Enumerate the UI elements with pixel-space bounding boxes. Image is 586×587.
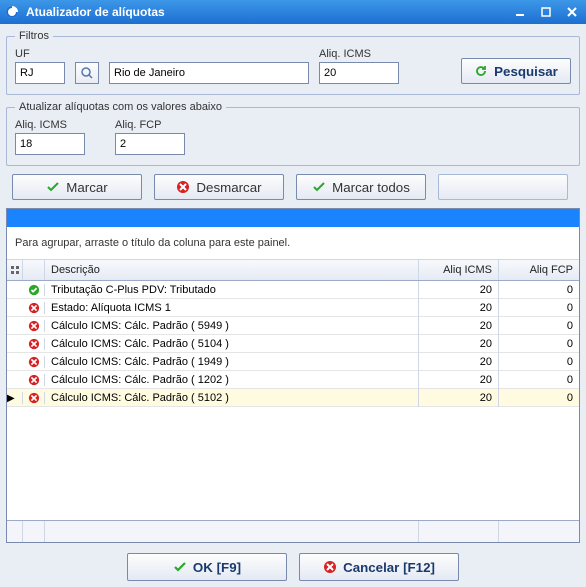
cell-descricao: Cálculo ICMS: Cálc. Padrão ( 5949 ) xyxy=(45,317,419,335)
cell-aliq-fcp: 0 xyxy=(499,353,579,371)
status-error-icon xyxy=(23,392,45,404)
update-group: Atualizar alíquotas com os valores abaix… xyxy=(6,101,580,166)
status-error-icon xyxy=(23,338,45,350)
filter-aliq-icms-input[interactable] xyxy=(319,62,399,84)
update-aliq-icms-label: Aliq. ICMS xyxy=(15,119,85,131)
marcar-todos-label: Marcar todos xyxy=(332,180,410,195)
grid-group-panel[interactable]: Para agrupar, arraste o título da coluna… xyxy=(7,227,579,260)
cross-circle-icon xyxy=(176,180,190,194)
uf-name-spacer xyxy=(109,48,309,60)
cell-descricao: Cálculo ICMS: Cálc. Padrão ( 1202 ) xyxy=(45,371,419,389)
cancel-button-label: Cancelar [F12] xyxy=(343,560,435,575)
grid-title-bar xyxy=(7,209,579,227)
status-ok-icon xyxy=(23,284,45,296)
cell-aliq-icms: 20 xyxy=(419,353,499,371)
aliq-fcp-column-header[interactable]: Aliq FCP xyxy=(499,260,579,280)
cross-circle-icon xyxy=(323,560,337,574)
search-icon xyxy=(80,66,94,80)
refresh-icon xyxy=(474,64,488,78)
title-bar: Atualizador de alíquotas xyxy=(0,0,586,24)
placeholder-button[interactable] xyxy=(438,174,568,200)
minimize-button[interactable] xyxy=(510,4,530,20)
window-title: Atualizador de alíquotas xyxy=(26,5,510,19)
cell-aliq-icms: 20 xyxy=(419,335,499,353)
status-error-icon xyxy=(23,374,45,386)
status-error-icon xyxy=(23,320,45,332)
row-indicator: ▶ xyxy=(7,392,23,404)
close-button[interactable] xyxy=(562,4,582,20)
grid-toolbar: Marcar Desmarcar Marcar todos xyxy=(6,172,580,202)
cell-descricao: Tributação C-Plus PDV: Tributado xyxy=(45,281,419,299)
update-aliq-fcp-label: Aliq. FCP xyxy=(115,119,185,131)
table-row[interactable]: Cálculo ICMS: Cálc. Padrão ( 1202 )200 xyxy=(7,371,579,389)
cell-descricao: Estado: Alíquota ICMS 1 xyxy=(45,299,419,317)
cell-aliq-fcp: 0 xyxy=(499,371,579,389)
table-row[interactable]: Cálculo ICMS: Cálc. Padrão ( 5949 )200 xyxy=(7,317,579,335)
client-area: Filtros UF Aliq. ICMS xyxy=(0,24,586,587)
filters-legend: Filtros xyxy=(15,30,53,42)
table-row[interactable]: Tributação C-Plus PDV: Tributado200 xyxy=(7,281,579,299)
aliq-icms-column-header[interactable]: Aliq ICMS xyxy=(419,260,499,280)
indicator-column-header[interactable] xyxy=(7,260,23,280)
cell-aliq-fcp: 0 xyxy=(499,317,579,335)
ok-button-label: OK [F9] xyxy=(193,560,241,575)
search-button[interactable]: Pesquisar xyxy=(461,58,571,84)
cell-aliq-fcp: 0 xyxy=(499,299,579,317)
table-row[interactable]: Cálculo ICMS: Cálc. Padrão ( 5104 )200 xyxy=(7,335,579,353)
ok-button[interactable]: OK [F9] xyxy=(127,553,287,581)
table-row[interactable]: ▶ Cálculo ICMS: Cálc. Padrão ( 5102 )200 xyxy=(7,389,579,407)
update-legend: Atualizar alíquotas com os valores abaix… xyxy=(15,101,226,113)
grid-body[interactable]: Tributação C-Plus PDV: Tributado200Estad… xyxy=(7,281,579,520)
cell-descricao: Cálculo ICMS: Cálc. Padrão ( 5102 ) xyxy=(45,389,419,407)
check-icon xyxy=(173,560,187,574)
uf-code-input[interactable] xyxy=(15,62,65,84)
status-error-icon xyxy=(23,356,45,368)
desmarcar-label: Desmarcar xyxy=(196,180,261,195)
cell-aliq-icms: 20 xyxy=(419,299,499,317)
marcar-label: Marcar xyxy=(66,180,107,195)
cell-descricao: Cálculo ICMS: Cálc. Padrão ( 1949 ) xyxy=(45,353,419,371)
uf-name-input[interactable] xyxy=(109,62,309,84)
uf-lookup-button[interactable] xyxy=(75,62,99,84)
cell-aliq-icms: 20 xyxy=(419,371,499,389)
marcar-todos-button[interactable]: Marcar todos xyxy=(296,174,426,200)
marcar-button[interactable]: Marcar xyxy=(12,174,142,200)
cell-descricao: Cálculo ICMS: Cálc. Padrão ( 5104 ) xyxy=(45,335,419,353)
desmarcar-button[interactable]: Desmarcar xyxy=(154,174,284,200)
status-error-icon xyxy=(23,302,45,314)
grid-header: Descrição Aliq ICMS Aliq FCP xyxy=(7,260,579,281)
cell-aliq-icms: 20 xyxy=(419,281,499,299)
search-button-label: Pesquisar xyxy=(494,64,558,79)
table-row[interactable]: Estado: Alíquota ICMS 1200 xyxy=(7,299,579,317)
cell-aliq-icms: 20 xyxy=(419,317,499,335)
check-icon xyxy=(312,180,326,194)
cell-aliq-fcp: 0 xyxy=(499,389,579,407)
descricao-column-header[interactable]: Descrição xyxy=(45,260,419,280)
uf-label: UF xyxy=(15,48,65,60)
cell-aliq-fcp: 0 xyxy=(499,335,579,353)
filters-group: Filtros UF Aliq. ICMS xyxy=(6,30,580,95)
check-icon xyxy=(46,180,60,194)
cell-aliq-fcp: 0 xyxy=(499,281,579,299)
dialog-button-bar: OK [F9] Cancelar [F12] xyxy=(6,549,580,581)
status-column-header[interactable] xyxy=(23,260,45,280)
cancel-button[interactable]: Cancelar [F12] xyxy=(299,553,459,581)
filter-aliq-icms-label: Aliq. ICMS xyxy=(319,48,399,60)
table-row[interactable]: Cálculo ICMS: Cálc. Padrão ( 1949 )200 xyxy=(7,353,579,371)
update-aliq-icms-input[interactable] xyxy=(15,133,85,155)
update-aliq-fcp-input[interactable] xyxy=(115,133,185,155)
cell-aliq-icms: 20 xyxy=(419,389,499,407)
data-grid: Para agrupar, arraste o título da coluna… xyxy=(6,208,580,543)
app-icon xyxy=(4,4,20,20)
maximize-button[interactable] xyxy=(536,4,556,20)
grid-footer xyxy=(7,520,579,542)
